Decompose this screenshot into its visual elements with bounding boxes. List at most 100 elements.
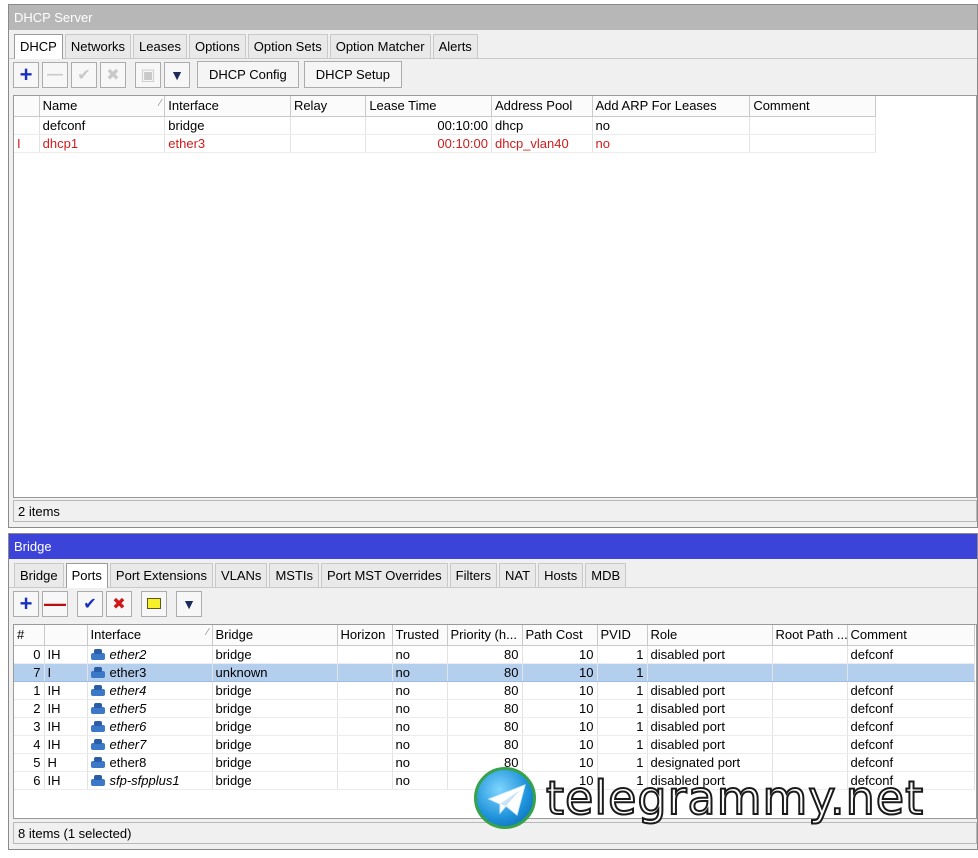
dhcp-config-button[interactable]: DHCP Config [197,61,299,88]
enable-button[interactable]: ✔ [77,590,103,617]
filter-icon: ▼ [182,595,196,612]
table-row[interactable]: 7 Iether3 unknown no 80 10 1 [14,663,975,682]
tab-hosts[interactable]: Hosts [538,563,584,587]
column-header-bridge[interactable]: Bridge [212,625,338,646]
tab-filters[interactable]: Filters [449,563,498,587]
row-comment: defconf [847,753,975,772]
tab-mdb[interactable]: MDB [585,563,627,587]
minus-icon: — [44,590,66,616]
row-interface: ether4 [87,681,213,700]
column-header-flags[interactable] [14,96,40,117]
column-header-interface[interactable]: Interface ⁄ [87,625,213,646]
row-path-cost: 10 [522,717,598,736]
column-header-root-path[interactable]: Root Path ... [772,625,848,646]
remove-button[interactable]: — [42,590,68,617]
column-header-interface[interactable]: Interface [164,96,291,117]
row-add-arp: no [592,134,751,153]
column-header-lease-time[interactable]: Lease Time [365,96,492,117]
status-bar: 8 items (1 selected) [13,822,977,844]
row-number: 5 [14,753,45,772]
column-header-relay[interactable]: Relay [290,96,367,117]
row-bridge: bridge [212,699,338,718]
table-row[interactable]: 6 IH sfp-sfpplus1 bridge no 80 10 1 disabled por… [14,771,975,790]
tab-alerts[interactable]: Alerts [432,34,478,58]
note-icon [147,598,161,609]
tab-nat[interactable]: NAT [499,563,537,587]
table-row[interactable]: defconf bridge 00:10:00 dhcp no [14,116,876,135]
comment-button[interactable] [141,590,167,617]
tab-dhcp[interactable]: DHCP [14,34,63,59]
column-header-address-pool[interactable]: Address Pool [491,96,593,117]
filter-button[interactable]: ▼ [164,61,190,88]
row-comment: defconf [847,645,975,664]
row-trusted: no [392,645,448,664]
row-horizon [337,753,393,772]
column-header-name[interactable]: Name ⁄ [39,96,166,117]
table-row[interactable]: 5 Hether8 bridge no 80 10 1 designated port defc… [14,753,975,772]
add-button[interactable]: + [13,61,39,88]
row-horizon [337,771,393,790]
column-header-add-arp[interactable]: Add ARP For Leases [592,96,751,117]
row-bridge: unknown [212,663,338,682]
row-root-path [772,663,848,682]
window-title[interactable]: Bridge [9,534,977,559]
ethernet-port-icon [90,648,105,660]
row-flags: IH [44,681,88,700]
table-row[interactable]: 1 IH ether4 bridge no 80 10 1 disabled port defco… [14,681,975,700]
row-flags: H [44,753,88,772]
row-interface: sfp-sfpplus1 [87,771,213,790]
dhcp-setup-button[interactable]: DHCP Setup [303,61,402,88]
column-header-path-cost[interactable]: Path Cost [522,625,598,646]
note-icon: ▣ [140,66,156,84]
row-priority: 80 [447,753,523,772]
tab-port-extensions[interactable]: Port Extensions [109,563,213,587]
column-header-role[interactable]: Role [647,625,773,646]
add-button[interactable]: + [13,590,39,617]
row-interface: ether5 [87,699,213,718]
disable-button[interactable]: ✖ [100,61,126,88]
tab-ports[interactable]: Ports [65,563,108,588]
row-trusted: no [392,771,448,790]
minus-icon: — [47,65,63,83]
bridge-toolbar: + — ✔ ✖ ▼ [9,587,977,619]
enable-button[interactable]: ✔ [71,61,97,88]
column-header-priority[interactable]: Priority (h... [447,625,523,646]
tab-vlans[interactable]: VLANs [214,563,268,587]
tab-option-sets[interactable]: Option Sets [247,34,328,58]
tab-options[interactable]: Options [188,34,246,58]
table-row[interactable]: 2 IH ether5 bridge no 80 10 1 disabled port defco… [14,699,975,718]
column-header-trusted[interactable]: Trusted [392,625,448,646]
row-interface: ether7 [87,735,213,754]
bridge-ports-table[interactable]: # Interface ⁄ Bridge Horizon Trusted Prio… [13,624,977,819]
column-header-comment[interactable]: Comment [847,625,975,646]
dhcp-server-table[interactable]: Name ⁄ Interface Relay Lease Time Address… [13,95,977,498]
tab-bridge[interactable]: Bridge [14,563,64,587]
column-header-comment[interactable]: Comment [749,96,876,117]
disable-button[interactable]: ✖ [106,590,132,617]
column-header-pvid[interactable]: PVID [597,625,648,646]
table-row[interactable]: I dhcp1 ether3 00:10:00 dhcp_vlan40 no [14,134,876,153]
window-title[interactable]: DHCP Server [9,5,977,30]
bridge-tabs: Bridge Ports Port Extensions VLANs MSTIs… [9,559,977,588]
filter-button[interactable]: ▼ [176,590,202,617]
column-header-number[interactable]: # [14,625,45,646]
table-row[interactable]: 4 IH ether7 bridge no 80 10 1 disabled port defco… [14,735,975,754]
tab-networks[interactable]: Networks [64,34,132,58]
row-interface: ether3 [164,134,291,153]
row-pvid: 1 [597,699,648,718]
tab-port-mst-overrides[interactable]: Port MST Overrides [321,563,448,587]
table-row[interactable]: 3 IH ether6 bridge no 80 10 1 disabled port defco… [14,717,975,736]
ethernet-port-icon [90,702,105,714]
tab-leases[interactable]: Leases [133,34,187,58]
column-header-flags[interactable] [44,625,88,646]
remove-button[interactable]: — [42,61,68,88]
tab-mstis[interactable]: MSTIs [269,563,319,587]
tab-option-matcher[interactable]: Option Matcher [329,34,431,58]
table-row[interactable]: 0 IH ether2 bridge no 80 10 1 disabled port defco… [14,645,975,664]
column-header-horizon[interactable]: Horizon [337,625,393,646]
comment-button[interactable]: ▣ [135,61,161,88]
row-interface: ether6 [87,717,213,736]
row-priority: 80 [447,699,523,718]
sort-icon: ⁄ [206,627,209,639]
row-role [647,663,773,682]
